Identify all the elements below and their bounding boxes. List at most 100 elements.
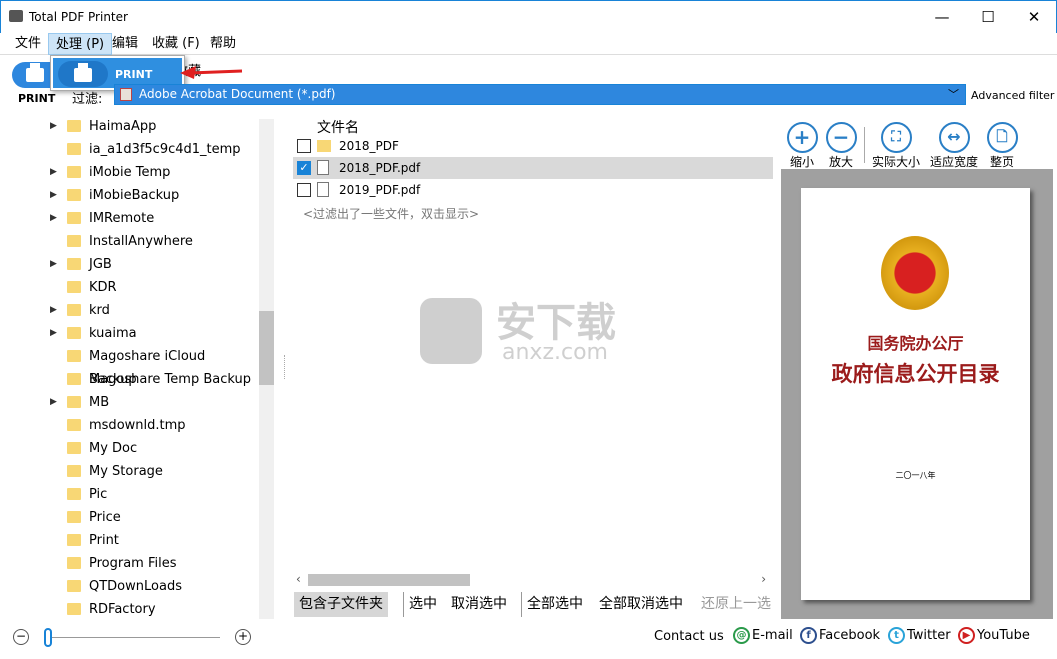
- file-name: 2018_PDF: [339, 139, 399, 153]
- chevron-down-icon[interactable]: ﹀: [948, 86, 959, 102]
- zoom-out-button[interactable]: + 缩小: [785, 122, 819, 170]
- tree-item[interactable]: My Doc: [0, 437, 255, 460]
- select-button[interactable]: 选中: [403, 592, 442, 617]
- tree-item[interactable]: Program Files: [0, 552, 255, 575]
- zoom-in-button[interactable]: − 放大: [824, 122, 858, 170]
- file-checkbox[interactable]: [297, 183, 311, 197]
- tree-item-label: krd: [89, 303, 110, 318]
- facebook-icon: f: [800, 627, 817, 644]
- tree-item-label: iMobie Temp: [89, 165, 171, 180]
- zoom-slider-thumb[interactable]: [44, 628, 52, 647]
- tree-item[interactable]: Magoshare Temp Backup: [0, 368, 255, 391]
- preview-toolbar: + 缩小 − 放大 ⛶ 实际大小 ↔ 适应宽度 🗋 整页: [781, 119, 1053, 169]
- tree-item[interactable]: InstallAnywhere: [0, 230, 255, 253]
- plus-icon: +: [786, 122, 818, 153]
- facebook-link[interactable]: f Facebook: [800, 627, 880, 644]
- scrollbar-thumb[interactable]: [308, 574, 470, 586]
- tree-item[interactable]: ▶ JGB: [0, 253, 255, 276]
- email-link[interactable]: @ E-mail: [733, 627, 793, 644]
- restore-selection-button[interactable]: 还原上一选: [696, 592, 776, 617]
- contact-us-link[interactable]: Contact us: [654, 629, 724, 644]
- select-all-button[interactable]: 全部选中: [521, 592, 588, 617]
- youtube-link[interactable]: ▶ YouTube: [958, 627, 1030, 644]
- folder-icon: [67, 304, 81, 316]
- tree-item[interactable]: ▶ kuaima: [0, 322, 255, 345]
- file-checkbox[interactable]: [297, 139, 311, 153]
- advanced-filter-link[interactable]: Advanced filter: [971, 89, 1054, 102]
- include-subfolders-button[interactable]: 包含子文件夹: [294, 592, 388, 617]
- twitter-link[interactable]: t Twitter: [888, 627, 951, 644]
- menu-process[interactable]: 处理 (P): [48, 33, 113, 55]
- pdf-file-icon: [317, 182, 329, 197]
- maximize-button[interactable]: ☐: [965, 1, 1011, 33]
- tree-item[interactable]: ▶ HaimaApp: [0, 115, 255, 138]
- folder-icon: [67, 327, 81, 339]
- actual-size-button[interactable]: ⛶ 实际大小: [869, 122, 923, 170]
- tree-item[interactable]: RDFactory: [0, 598, 255, 621]
- tree-scrollbar[interactable]: [259, 119, 274, 619]
- tree-item[interactable]: Pic: [0, 483, 255, 506]
- file-row[interactable]: 2018_PDF: [293, 135, 773, 157]
- tree-item[interactable]: ▶ iMobie Temp: [0, 161, 255, 184]
- tree-item[interactable]: ▶ IMRemote: [0, 207, 255, 230]
- folder-icon: [67, 166, 81, 178]
- tree-item-label: iMobieBackup: [89, 188, 180, 203]
- tree-item[interactable]: msdownld.tmp: [0, 414, 255, 437]
- menu-file[interactable]: 文件: [8, 33, 48, 55]
- full-page-button[interactable]: 🗋 整页: [985, 122, 1019, 170]
- pdf-file-icon: [317, 160, 329, 175]
- folder-icon: [67, 350, 81, 362]
- file-checkbox[interactable]: ✓: [297, 161, 311, 175]
- tree-item[interactable]: Magoshare iCloud Backup: [0, 345, 255, 387]
- fit-width-button[interactable]: ↔ 适应宽度: [927, 122, 981, 170]
- expand-arrow-icon[interactable]: ▶: [50, 322, 57, 345]
- page-icon: 🗋: [986, 122, 1018, 153]
- fit-width-label: 适应宽度: [929, 155, 978, 169]
- zoom-slider[interactable]: [50, 637, 220, 638]
- filtered-note: <过滤出了一些文件，双击显示>: [303, 207, 480, 221]
- expand-arrow-icon[interactable]: ▶: [50, 253, 57, 276]
- splitter-handle[interactable]: [284, 355, 287, 379]
- filter-label: 过滤:: [72, 92, 103, 107]
- tree-item[interactable]: My Storage: [0, 460, 255, 483]
- expand-arrow-icon[interactable]: ▶: [50, 207, 57, 230]
- folder-icon: [67, 488, 81, 500]
- file-row[interactable]: ✓ 2018_PDF.pdf: [293, 157, 773, 179]
- tree-item[interactable]: KDR: [0, 276, 255, 299]
- tree-item[interactable]: ▶ krd: [0, 299, 255, 322]
- zoom-plus-icon[interactable]: +: [235, 629, 251, 645]
- red-arrow-annotation: [180, 66, 243, 79]
- deselect-all-button[interactable]: 全部取消选中: [594, 592, 688, 617]
- filter-select[interactable]: Adobe Acrobat Document (*.pdf): [114, 84, 966, 105]
- column-header-filename[interactable]: 文件名: [317, 117, 359, 137]
- tree-item[interactable]: Print: [0, 529, 255, 552]
- file-row[interactable]: 2019_PDF.pdf: [293, 179, 773, 201]
- close-button[interactable]: ✕: [1011, 1, 1057, 33]
- tree-item[interactable]: QTDownLoads: [0, 575, 255, 598]
- menu-help[interactable]: 帮助: [203, 33, 243, 55]
- tree-item-label: ia_a1d3f5c9c4d1_temp: [89, 142, 241, 157]
- horizontal-scrollbar[interactable]: ‹ ›: [296, 572, 770, 588]
- expand-arrow-icon[interactable]: ▶: [50, 299, 57, 322]
- tree-item[interactable]: ▶ iMobieBackup: [0, 184, 255, 207]
- tree-item[interactable]: ia_a1d3f5c9c4d1_temp: [0, 138, 255, 161]
- minimize-button[interactable]: —: [919, 1, 965, 33]
- expand-arrow-icon[interactable]: ▶: [50, 161, 57, 184]
- tree-item-label: KDR: [89, 280, 117, 295]
- expand-arrow-icon[interactable]: ▶: [50, 184, 57, 207]
- menu-favorites[interactable]: 收藏 (F): [145, 33, 207, 55]
- deselect-button[interactable]: 取消选中: [446, 592, 512, 617]
- tree-item-label: kuaima: [89, 326, 137, 341]
- zoom-minus-icon[interactable]: −: [13, 629, 29, 645]
- folder-icon: [67, 189, 81, 201]
- menu-edit[interactable]: 编辑: [105, 33, 145, 55]
- scrollbar-thumb[interactable]: [259, 311, 274, 385]
- expand-arrow-icon[interactable]: ▶: [50, 391, 57, 414]
- tree-item-label: RDFactory: [89, 602, 156, 617]
- expand-arrow-icon[interactable]: ▶: [50, 115, 57, 138]
- tree-item[interactable]: Price: [0, 506, 255, 529]
- tree-item-label: IMRemote: [89, 211, 155, 226]
- email-label: E-mail: [752, 628, 793, 643]
- folder-icon: [67, 235, 81, 247]
- tree-item[interactable]: ▶ MB: [0, 391, 255, 414]
